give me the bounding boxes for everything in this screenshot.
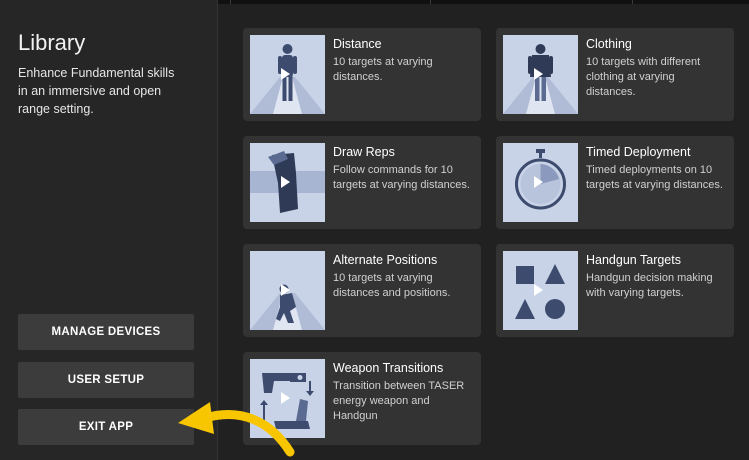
annotation-arrow-icon (178, 402, 295, 457)
